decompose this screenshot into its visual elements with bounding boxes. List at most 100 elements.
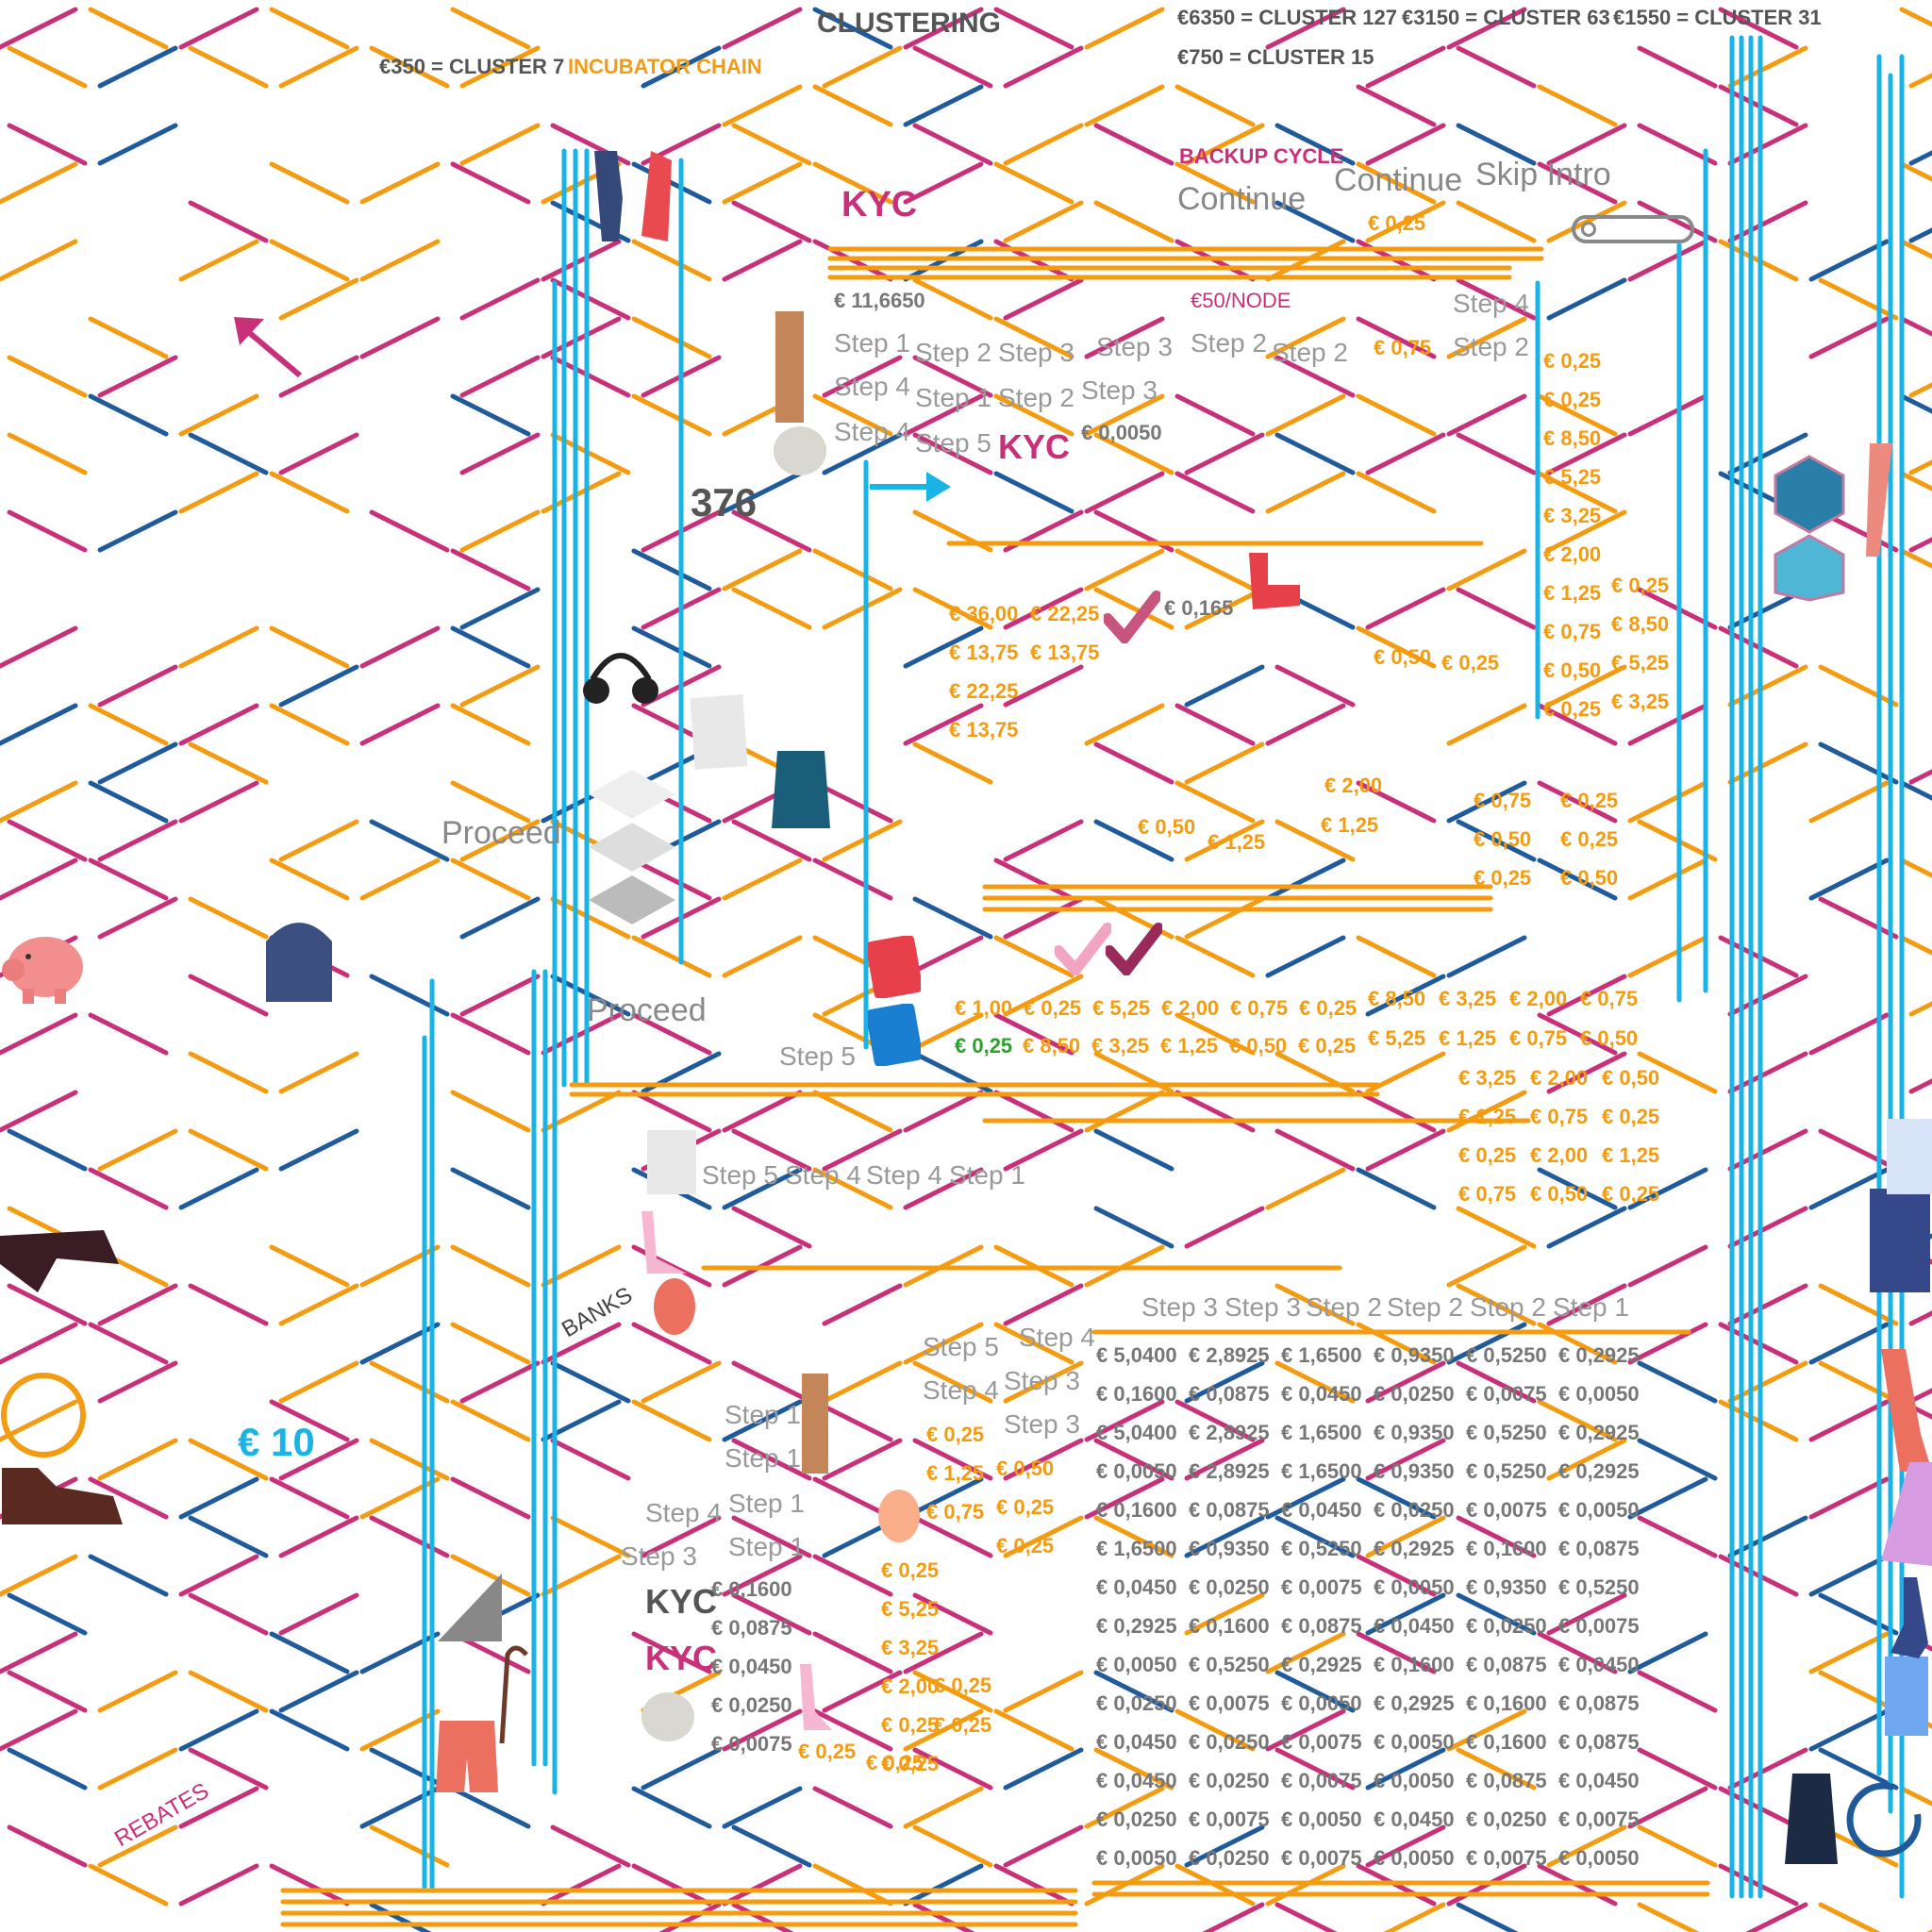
zigzag-stroke xyxy=(722,1090,803,1133)
zigzag-stroke xyxy=(1627,935,1708,978)
zigzag-stroke xyxy=(731,1206,812,1249)
zigzag-stroke xyxy=(0,1631,78,1674)
zigzag-stroke xyxy=(269,1244,350,1288)
zigzag-stroke xyxy=(631,1090,712,1133)
table-cell: € 0,2925 xyxy=(1374,1691,1455,1715)
amount-label: € 2,00 xyxy=(1161,996,1220,1020)
table-cell: € 0,0250 xyxy=(1096,1807,1177,1831)
zigzag-stroke xyxy=(812,1786,893,1829)
zigzag-stroke xyxy=(369,1438,450,1481)
zigzag-stroke xyxy=(731,1824,812,1868)
zigzag-stroke xyxy=(1818,277,1899,321)
zigzag-stroke xyxy=(0,1322,78,1365)
zigzag-stroke xyxy=(188,432,269,475)
zigzag-stroke xyxy=(631,548,712,591)
zigzag-stroke xyxy=(1202,1902,1265,1932)
table-cell: € 0,0075 xyxy=(1281,1846,1362,1870)
zigzag-stroke xyxy=(822,819,903,862)
zigzag-stroke xyxy=(278,664,359,708)
step-label: Step 2 xyxy=(915,338,991,367)
zigzag-stroke xyxy=(97,819,178,862)
zigzag-stroke xyxy=(1365,1128,1446,1172)
zigzag-stroke xyxy=(7,45,88,89)
zigzag-stroke xyxy=(722,548,803,591)
zigzag-stroke xyxy=(178,1554,259,1597)
zigzag-stroke xyxy=(812,858,893,901)
amount-label: € 0,50 xyxy=(1374,645,1432,669)
vase-icon xyxy=(1881,1349,1932,1472)
zigzag-stroke xyxy=(1899,780,1932,801)
amount-label: € 0,25 xyxy=(926,1423,985,1446)
table-cell: € 0,1600 xyxy=(1466,1691,1547,1715)
toggle-switch[interactable] xyxy=(1572,215,1694,243)
zigzag-stroke xyxy=(1274,664,1356,708)
amount-label: € 2,00 xyxy=(1530,1066,1589,1090)
amount-label: € 0,0250 xyxy=(711,1693,792,1717)
horn-icon-2 xyxy=(800,1664,832,1730)
molecule-icon xyxy=(1774,455,1845,602)
zigzag-stroke xyxy=(1808,316,1890,359)
zigzag-stroke xyxy=(97,123,178,166)
zigzag-stroke xyxy=(1265,703,1346,746)
amount-label: € 0,75 xyxy=(1474,789,1532,812)
jacket-icon xyxy=(1785,1774,1838,1864)
zigzag-stroke xyxy=(1003,123,1084,166)
amount-label: € 0,25 xyxy=(881,1713,940,1737)
zigzag-stroke xyxy=(1637,1515,1718,1558)
amount-label: € 0,25 xyxy=(1458,1143,1517,1167)
zigzag-stroke xyxy=(1818,664,1899,708)
zigzag-stroke xyxy=(658,1902,722,1932)
zigzag-stroke xyxy=(1456,45,1537,89)
zigzag-stroke xyxy=(1265,471,1346,514)
proceed-button[interactable]: Proceed xyxy=(441,817,561,849)
checkmark-pink-icon xyxy=(1055,923,1111,975)
continue-button[interactable]: Continue xyxy=(1177,183,1306,215)
table-cell: € 1,6500 xyxy=(1096,1537,1177,1560)
table-cell: € 0,0075 xyxy=(1466,1846,1547,1870)
table-cell: € 0,0875 xyxy=(1558,1730,1640,1754)
zigzag-stroke xyxy=(0,1708,78,1752)
zigzag-stroke xyxy=(450,393,531,437)
step-label: Step 2 xyxy=(998,383,1074,412)
zigzag-stroke xyxy=(359,161,441,205)
proceed-button-2[interactable]: Proceed xyxy=(587,994,707,1026)
zigzag-stroke xyxy=(450,548,531,591)
zigzag-stroke xyxy=(88,1167,169,1210)
zigzag-stroke xyxy=(1808,858,1890,901)
zigzag-stroke xyxy=(7,1670,88,1713)
table-cell: € 0,9350 xyxy=(1374,1421,1455,1444)
zigzag-stroke xyxy=(369,974,450,1017)
horn-icon xyxy=(641,1211,687,1274)
zigzag-stroke xyxy=(912,896,993,940)
zigzag-stroke xyxy=(278,1283,359,1326)
step-label: Step 4 xyxy=(834,417,910,446)
table-cell: € 0,0050 xyxy=(1096,1846,1177,1870)
zigzag-stroke xyxy=(1627,239,1708,282)
zigzag-stroke xyxy=(7,1747,88,1790)
cane-icon xyxy=(499,1645,528,1744)
zigzag-stroke xyxy=(1365,123,1446,166)
zigzag-stroke xyxy=(631,239,712,282)
skirt-icon xyxy=(772,751,830,828)
table-cell: € 0,0450 xyxy=(1558,1653,1640,1676)
zigzag-stroke xyxy=(1003,1283,1084,1326)
amount-label: € 0,25 xyxy=(1543,388,1602,411)
zigzag-stroke xyxy=(7,509,88,553)
skip-intro-button[interactable]: Skip Intro xyxy=(1475,158,1611,191)
headphones-icon xyxy=(583,653,658,704)
table-cell: € 0,0075 xyxy=(1281,1575,1362,1599)
zigzag-stroke xyxy=(1627,1476,1708,1520)
table-cell: € 0,9350 xyxy=(1374,1459,1455,1483)
zigzag-stroke xyxy=(459,123,541,166)
zigzag-stroke xyxy=(188,1515,269,1558)
continue-button-2[interactable]: Continue xyxy=(1334,164,1462,196)
step-label: Step 1 xyxy=(724,1400,801,1429)
zigzag-stroke xyxy=(188,1670,269,1713)
leg-icon-2 xyxy=(802,1374,828,1474)
amount-label: € 0,25 xyxy=(996,1495,1055,1519)
table-cell: € 0,2925 xyxy=(1558,1421,1640,1444)
zigzag-stroke xyxy=(1456,200,1537,243)
amount-label: € 0,75 xyxy=(1458,1182,1517,1206)
zigzag-stroke xyxy=(1456,1902,1519,1932)
zigzag-stroke xyxy=(459,355,541,398)
